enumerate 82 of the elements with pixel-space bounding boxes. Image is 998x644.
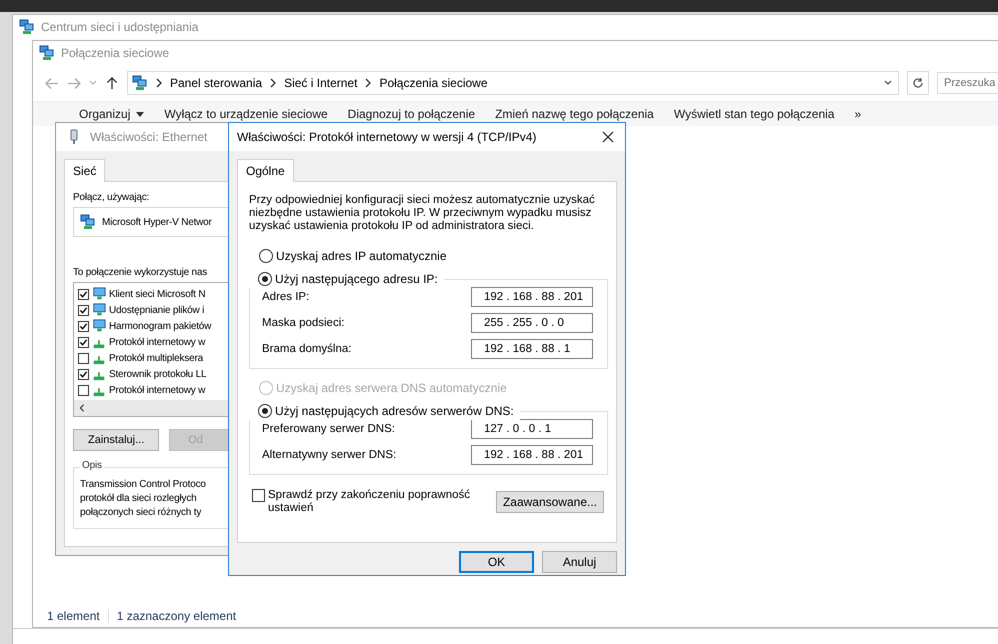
ip-address-field[interactable]: 192 . 168 . 88 . 1 [471,339,593,359]
component-name[interactable]: Protokół internetowy w [109,384,206,396]
field-label: Brama domyślna: [262,343,352,355]
field-label: Preferowany serwer DNS: [262,423,395,435]
dialog-button[interactable]: Anuluj [542,551,617,573]
up-arrow-icon[interactable] [105,76,119,90]
status-text: 1 element [47,609,100,623]
component-name[interactable]: Klient sieci Microsoft N [109,288,206,300]
breadcrumb-item[interactable]: Sieć i Internet [284,76,358,90]
chevron-right-icon [270,78,276,88]
description-text: Transmission Control Protoco [80,478,206,492]
radio-label: Użyj następujących adresów serwerów DNS: [275,404,514,418]
window-title: Połączenia sieciowe [61,46,170,60]
checkbox[interactable] [78,384,89,396]
checkbox[interactable] [78,368,89,380]
adapter-name: Microsoft Hyper-V Networ [102,216,212,228]
chevron-right-icon [156,78,162,88]
field-label: Adres IP: [262,291,310,303]
checkbox-label: Sprawdź przy zakończeniu poprawność ustawień [268,489,471,515]
component-name[interactable]: Protokół multipleksera [109,352,203,364]
field-label: Alternatywny serwer DNS: [262,449,396,461]
dialog-button[interactable]: Zainstaluj... [73,429,160,451]
close-icon [602,131,614,143]
caret-icon [136,112,144,116]
horizontal-scrollbar[interactable] [74,400,229,416]
network-icon [39,45,55,61]
radio-label: Użyj następującego adresu IP: [275,272,438,286]
network-adapter-icon [80,214,96,230]
toolbar-button[interactable]: Zmień nazwę tego połączenia [489,104,660,124]
section-label: Połącz, używając: [73,192,150,203]
toolbar-button[interactable]: Diagnozuj to połączenie [342,104,482,124]
component-name[interactable]: Protokół internetowy w [109,336,206,348]
ip-address-field[interactable]: 127 . 0 . 0 . 1 [471,419,593,439]
checkbox[interactable] [252,489,265,502]
network-icon [132,75,148,91]
network-icon [19,19,35,35]
toolbar-button[interactable]: Wyłącz to urządzenie sieciowe [158,104,334,124]
monitor-icon [92,303,106,317]
section-label: To połączenie wykorzystuje nas [73,267,208,278]
checkbox[interactable] [78,352,89,364]
dialog-title: Właściwości: Ethernet [90,130,208,144]
radio-label: Uzyskaj adres IP automatycznie [276,249,447,263]
ip-address-field[interactable]: 255 . 255 . 0 . 0 [471,313,593,333]
tab[interactable]: Ogólne [237,159,294,182]
more-commands-button[interactable]: » [848,104,868,124]
description-text: protokół dla sieci rozległych [80,492,196,506]
checkbox[interactable] [78,288,89,300]
tab[interactable]: Sieć [64,159,106,182]
radio-button[interactable] [258,272,272,286]
radio-label: Uzyskaj adres serwera DNS automatycznie [276,381,507,395]
dialog-title: Właściwości: Protokół internetowy w wersji 4 (TCP/IPv4) [237,130,536,144]
dialog-button[interactable]: OK [459,551,534,573]
field-label: Maska podsieci: [262,317,344,329]
address-bar[interactable]: Panel sterowania Sieć i Internet Połączenia sieciowe [127,71,899,95]
toolbar-button[interactable]: Wyświetl stan tego połączenia [668,104,840,124]
component-name[interactable]: Harmonogram pakietów [109,320,212,332]
search-field[interactable]: Przeszuka [937,72,998,94]
monitor-icon [92,319,106,333]
component-name[interactable]: Udostępnianie plików i [109,304,204,316]
radio-button[interactable] [258,404,272,418]
component-name[interactable]: Sterownik protokołu LL [109,368,206,380]
checkbox[interactable] [78,304,89,316]
ip-address-field[interactable]: 192 . 168 . 88 . 201 [471,287,593,307]
toolbar-menu-button[interactable]: Organizuj [73,104,150,124]
advanced-button[interactable]: Zaawansowane... [496,491,604,513]
window-title: Centrum sieci i udostępniania [41,20,198,34]
intro-text: Przy odpowiedniej konfiguracji sieci możesz automatycznie uzyskać niezbędne ustawienia protokołu IP. W przeciwnym wypadku musisz uzyskać ustawienia protokołu IP od administratora sieci. [249,194,596,233]
refresh-button[interactable] [907,71,929,95]
radio-button[interactable] [259,249,273,263]
chevron-right-icon [365,78,372,88]
description-text: połączonych sieci różnych ty [80,506,202,520]
breadcrumb-item[interactable]: Połączenia sieciowe [379,76,488,90]
breadcrumb-item[interactable]: Panel sterowania [170,76,262,90]
checkbox[interactable] [78,336,89,348]
refresh-icon [912,77,924,89]
monitor-icon [92,287,106,301]
ip-address-field[interactable]: 192 . 168 . 88 . 201 [471,445,593,465]
checkbox[interactable] [78,320,89,332]
scroll-left-icon[interactable] [78,404,86,412]
group-title: Opis [80,460,104,471]
chevron-down-icon[interactable] [884,79,892,87]
status-text: 1 zaznaczony element [116,609,236,623]
